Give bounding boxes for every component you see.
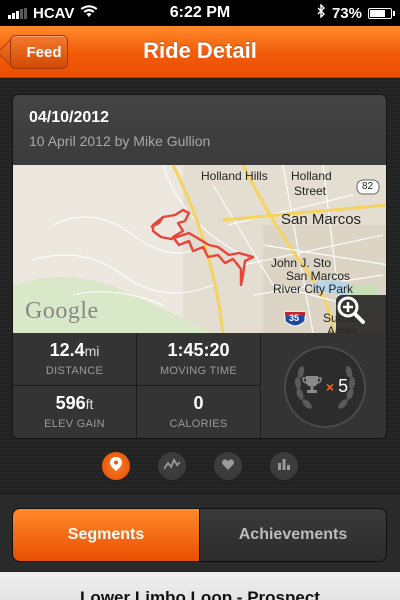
stat-distance: 12.4mi DISTANCE xyxy=(13,333,137,386)
stat-distance-value-row: 12.4mi xyxy=(13,340,136,361)
signal-icon xyxy=(8,7,27,19)
map-label-john-j-sto: John J. Sto xyxy=(271,256,332,270)
stat-elev-gain: 596ft ELEV GAIN xyxy=(13,386,137,438)
segmented-control: Segments Achievements xyxy=(12,508,387,562)
stat-achievements[interactable]: × 5 xyxy=(262,333,386,438)
bar-chart-icon xyxy=(278,457,290,475)
stat-calories-label: CALORIES xyxy=(169,418,228,430)
google-logo: Google xyxy=(25,298,99,324)
map-label-holland: Holland xyxy=(291,169,332,183)
chart-line-icon xyxy=(163,457,181,475)
carrier-label: HCAV xyxy=(33,4,75,22)
bluetooth-icon xyxy=(317,3,326,22)
back-button-label: Feed xyxy=(26,43,62,61)
page-indicator xyxy=(0,451,400,481)
heart-icon xyxy=(221,457,235,475)
map-label-san-marcos-2: San Marcos xyxy=(286,269,351,283)
map-label-holland-hills: Holland Hills xyxy=(201,169,268,183)
tab-segments[interactable]: Segments xyxy=(13,509,199,561)
map-label-route-82: 82 xyxy=(362,181,374,192)
tab-achievements-label: Achievements xyxy=(238,526,348,543)
page-dot-chart[interactable] xyxy=(157,451,187,481)
back-button[interactable]: Feed xyxy=(10,35,68,69)
battery-icon xyxy=(368,7,395,19)
battery-percent: 73% xyxy=(331,4,362,22)
ride-date: 04/10/2012 xyxy=(29,109,110,126)
map-label-street: Street xyxy=(294,184,327,198)
laurel-icon xyxy=(286,348,364,431)
page-dot-map[interactable] xyxy=(101,451,131,481)
map-label-san-marcos: San Marcos xyxy=(281,211,362,228)
map-label-route-35: 35 xyxy=(289,313,300,323)
list-item-title: Lower Limbo Loop - Prospect xyxy=(80,588,320,600)
stat-elev-gain-label: ELEV GAIN xyxy=(44,418,105,430)
ride-map[interactable]: Holland Hills Holland Street 82 San Marc… xyxy=(13,165,386,333)
nav-bar: Feed Ride Detail xyxy=(0,26,400,78)
list-item[interactable]: Lower Limbo Loop - Prospect xyxy=(0,572,400,600)
stats-grid: 12.4mi DISTANCE 1:45:20 MOVING TIME 596f… xyxy=(13,333,386,438)
stat-calories-value: 0 xyxy=(193,393,204,413)
zoom-button[interactable] xyxy=(336,295,386,333)
ride-header: 04/10/2012 10 April 2012 by Mike Gullion xyxy=(13,95,386,165)
map-label-river-city-park: River City Park xyxy=(273,282,354,296)
map-pin-icon xyxy=(110,456,122,476)
status-right: 73% xyxy=(242,3,395,22)
stat-elev-gain-value: 596 xyxy=(55,393,86,413)
stat-moving-time-value: 1:45:20 xyxy=(167,340,230,360)
segment-toolbar: Segments Achievements xyxy=(0,493,400,571)
stat-distance-value: 12.4 xyxy=(49,340,85,360)
stat-distance-label: DISTANCE xyxy=(45,365,104,377)
achievement-badge: × 5 xyxy=(284,345,366,431)
stat-calories: 0 CALORIES xyxy=(137,386,261,438)
stat-moving-time-label: MOVING TIME xyxy=(159,365,238,377)
stat-elev-gain-unit: ft xyxy=(85,396,94,412)
ride-card: 04/10/2012 10 April 2012 by Mike Gullion xyxy=(12,94,387,439)
stat-distance-unit: mi xyxy=(84,343,100,359)
status-time: 6:22 PM xyxy=(169,4,231,21)
page-dot-bars[interactable] xyxy=(269,451,299,481)
stat-elev-gain-value-row: 596ft xyxy=(13,393,136,414)
page-dot-heart[interactable] xyxy=(213,451,243,481)
tab-segments-label: Segments xyxy=(67,526,145,543)
wifi-icon xyxy=(80,4,98,22)
ride-subtitle: 10 April 2012 by Mike Gullion xyxy=(29,133,211,149)
stat-moving-time: 1:45:20 MOVING TIME xyxy=(137,333,261,386)
tab-achievements[interactable]: Achievements xyxy=(199,509,386,561)
status-left: HCAV xyxy=(8,5,158,22)
status-bar: HCAV 6:22 PM 73% xyxy=(0,0,400,26)
